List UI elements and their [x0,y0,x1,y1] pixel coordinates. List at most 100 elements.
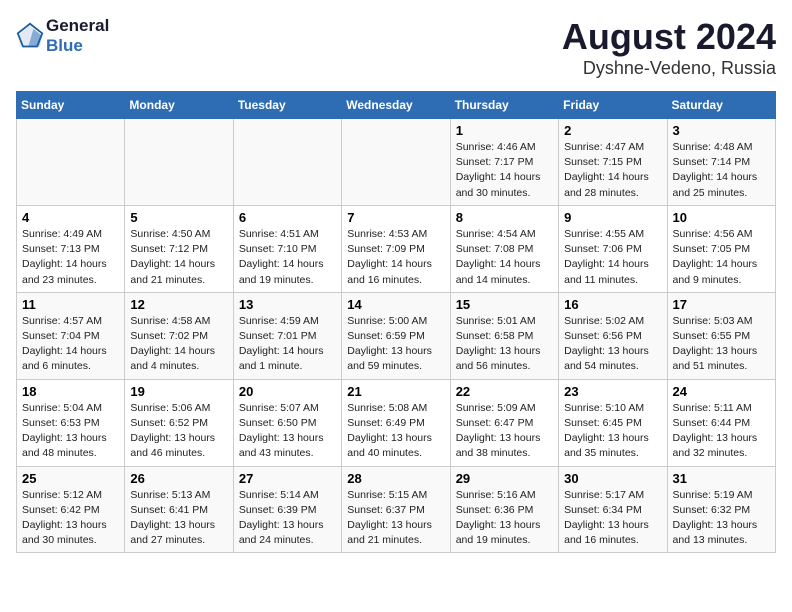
weekday-header: Tuesday [233,92,341,119]
day-number: 3 [673,123,770,138]
calendar-cell: 11 Sunrise: 4:57 AM Sunset: 7:04 PM Dayli… [17,292,125,379]
day-number: 15 [456,297,553,312]
day-number: 16 [564,297,661,312]
calendar-cell: 21 Sunrise: 5:08 AM Sunset: 6:49 PM Dayli… [342,379,450,466]
logo-text: General Blue [46,16,109,55]
calendar-cell: 24 Sunrise: 5:11 AM Sunset: 6:44 PM Dayli… [667,379,775,466]
calendar-cell: 30Sunrise: 5:17 AM Sunset: 6:34 PM Dayli… [559,466,667,553]
weekday-header: Friday [559,92,667,119]
calendar-cell: 17 Sunrise: 5:03 AM Sunset: 6:55 PM Dayli… [667,292,775,379]
calendar-cell: 18 Sunrise: 5:04 AM Sunset: 6:53 PM Dayli… [17,379,125,466]
day-number: 10 [673,210,770,225]
day-info: Sunrise: 5:02 AM Sunset: 6:56 PM Dayligh… [564,314,661,375]
main-title: August 2024 [562,16,776,58]
day-info: Sunrise: 5:12 AM Sunset: 6:42 PM Dayligh… [22,488,119,549]
calendar-week-row: 25 Sunrise: 5:12 AM Sunset: 6:42 PM Dayli… [17,466,776,553]
day-number: 1 [456,123,553,138]
calendar-cell: 19 Sunrise: 5:06 AM Sunset: 6:52 PM Dayli… [125,379,233,466]
day-info: Sunrise: 5:09 AM Sunset: 6:47 PM Dayligh… [456,401,553,462]
weekday-header: Thursday [450,92,558,119]
day-info: Sunrise: 5:03 AM Sunset: 6:55 PM Dayligh… [673,314,770,375]
day-number: 5 [130,210,227,225]
day-info: Sunrise: 4:53 AM Sunset: 7:09 PM Dayligh… [347,227,444,288]
day-info: Sunrise: 4:46 AM Sunset: 7:17 PM Dayligh… [456,140,553,201]
day-info: Sunrise: 4:56 AM Sunset: 7:05 PM Dayligh… [673,227,770,288]
day-info: Sunrise: 5:14 AM Sunset: 6:39 PM Dayligh… [239,488,336,549]
day-number: 27 [239,471,336,486]
day-info: Sunrise: 5:07 AM Sunset: 6:50 PM Dayligh… [239,401,336,462]
page-header: General Blue August 2024 Dyshne-Vedeno, … [16,16,776,79]
weekday-header: Saturday [667,92,775,119]
day-number: 29 [456,471,553,486]
calendar-cell: 1 Sunrise: 4:46 AM Sunset: 7:17 PM Daylig… [450,119,558,206]
calendar-cell [17,119,125,206]
day-number: 28 [347,471,444,486]
header-row: SundayMondayTuesdayWednesdayThursdayFrid… [17,92,776,119]
day-number: 17 [673,297,770,312]
calendar-week-row: 18 Sunrise: 5:04 AM Sunset: 6:53 PM Dayli… [17,379,776,466]
calendar-cell: 25 Sunrise: 5:12 AM Sunset: 6:42 PM Dayli… [17,466,125,553]
calendar-cell: 29 Sunrise: 5:16 AM Sunset: 6:36 PM Dayli… [450,466,558,553]
day-info: Sunrise: 5:08 AM Sunset: 6:49 PM Dayligh… [347,401,444,462]
day-number: 21 [347,384,444,399]
day-info: Sunrise: 4:55 AM Sunset: 7:06 PM Dayligh… [564,227,661,288]
day-info: Sunrise: 5:04 AM Sunset: 6:53 PM Dayligh… [22,401,119,462]
day-number: 9 [564,210,661,225]
day-info: Sunrise: 5:16 AM Sunset: 6:36 PM Dayligh… [456,488,553,549]
day-info: Sunrise: 5:06 AM Sunset: 6:52 PM Dayligh… [130,401,227,462]
day-info: Sunrise: 5:15 AM Sunset: 6:37 PM Dayligh… [347,488,444,549]
calendar-cell: 6 Sunrise: 4:51 AM Sunset: 7:10 PM Daylig… [233,205,341,292]
day-number: 8 [456,210,553,225]
logo: General Blue [16,16,109,55]
day-number: 20 [239,384,336,399]
calendar-cell: 4Sunrise: 4:49 AM Sunset: 7:13 PM Daylig… [17,205,125,292]
day-number: 2 [564,123,661,138]
calendar-cell [233,119,341,206]
logo-icon [16,22,44,50]
day-info: Sunrise: 4:50 AM Sunset: 7:12 PM Dayligh… [130,227,227,288]
calendar-week-row: 11 Sunrise: 4:57 AM Sunset: 7:04 PM Dayli… [17,292,776,379]
subtitle: Dyshne-Vedeno, Russia [562,58,776,79]
weekday-header: Wednesday [342,92,450,119]
day-info: Sunrise: 5:00 AM Sunset: 6:59 PM Dayligh… [347,314,444,375]
day-info: Sunrise: 4:58 AM Sunset: 7:02 PM Dayligh… [130,314,227,375]
logo-line2: Blue [46,36,83,55]
calendar-cell: 22 Sunrise: 5:09 AM Sunset: 6:47 PM Dayli… [450,379,558,466]
calendar-cell: 27 Sunrise: 5:14 AM Sunset: 6:39 PM Dayli… [233,466,341,553]
calendar-cell: 16 Sunrise: 5:02 AM Sunset: 6:56 PM Dayli… [559,292,667,379]
day-number: 18 [22,384,119,399]
day-number: 24 [673,384,770,399]
day-info: Sunrise: 5:11 AM Sunset: 6:44 PM Dayligh… [673,401,770,462]
calendar-cell: 13 Sunrise: 4:59 AM Sunset: 7:01 PM Dayli… [233,292,341,379]
calendar-cell: 10 Sunrise: 4:56 AM Sunset: 7:05 PM Dayli… [667,205,775,292]
title-block: August 2024 Dyshne-Vedeno, Russia [562,16,776,79]
day-number: 4 [22,210,119,225]
day-info: Sunrise: 4:51 AM Sunset: 7:10 PM Dayligh… [239,227,336,288]
calendar-week-row: 4Sunrise: 4:49 AM Sunset: 7:13 PM Daylig… [17,205,776,292]
calendar-cell: 15 Sunrise: 5:01 AM Sunset: 6:58 PM Dayli… [450,292,558,379]
day-info: Sunrise: 5:01 AM Sunset: 6:58 PM Dayligh… [456,314,553,375]
calendar-cell: 8 Sunrise: 4:54 AM Sunset: 7:08 PM Daylig… [450,205,558,292]
calendar-cell: 20 Sunrise: 5:07 AM Sunset: 6:50 PM Dayli… [233,379,341,466]
day-number: 19 [130,384,227,399]
day-info: Sunrise: 4:48 AM Sunset: 7:14 PM Dayligh… [673,140,770,201]
calendar-cell: 7Sunrise: 4:53 AM Sunset: 7:09 PM Daylig… [342,205,450,292]
day-number: 6 [239,210,336,225]
day-number: 11 [22,297,119,312]
calendar-cell: 26Sunrise: 5:13 AM Sunset: 6:41 PM Dayli… [125,466,233,553]
calendar-cell: 12Sunrise: 4:58 AM Sunset: 7:02 PM Dayli… [125,292,233,379]
day-number: 26 [130,471,227,486]
day-info: Sunrise: 4:59 AM Sunset: 7:01 PM Dayligh… [239,314,336,375]
day-info: Sunrise: 4:54 AM Sunset: 7:08 PM Dayligh… [456,227,553,288]
calendar-cell [342,119,450,206]
weekday-header: Sunday [17,92,125,119]
calendar-cell: 9 Sunrise: 4:55 AM Sunset: 7:06 PM Daylig… [559,205,667,292]
day-number: 25 [22,471,119,486]
day-number: 22 [456,384,553,399]
weekday-header: Monday [125,92,233,119]
day-info: Sunrise: 4:57 AM Sunset: 7:04 PM Dayligh… [22,314,119,375]
day-number: 23 [564,384,661,399]
calendar-cell: 31Sunrise: 5:19 AM Sunset: 6:32 PM Dayli… [667,466,775,553]
day-info: Sunrise: 5:19 AM Sunset: 6:32 PM Dayligh… [673,488,770,549]
day-number: 13 [239,297,336,312]
